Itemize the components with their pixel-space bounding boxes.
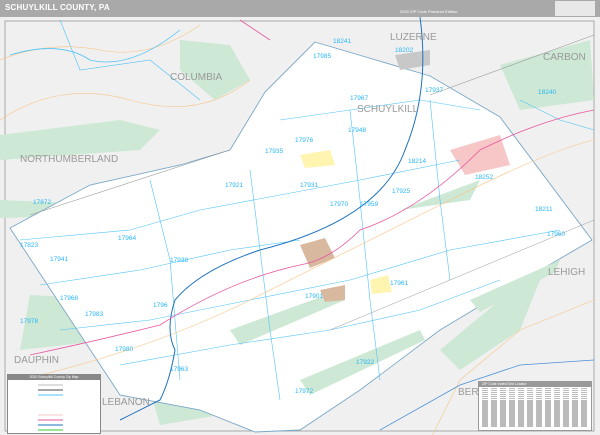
zip-label: 17968 (60, 295, 78, 302)
index-rows (479, 387, 591, 427)
edition-label: 2020 ZIP Code Premium Edition (400, 9, 458, 14)
zip-label: 17872 (33, 199, 51, 206)
county-label-schuylkill: SCHUYLKILL (357, 104, 419, 115)
zip-label: 17963 (170, 366, 188, 373)
zip-label: 17960 (547, 231, 565, 238)
zip-label: 17922 (356, 359, 374, 366)
zip-label: 17972 (295, 388, 313, 395)
zip-label: 17935 (265, 148, 283, 155)
zip-label: 18202 (395, 47, 413, 54)
zip-label: 17921 (225, 182, 243, 189)
zip-label: 18211 (535, 206, 553, 213)
zip-label: 17961 (390, 280, 408, 287)
county-label-berks: BER (458, 387, 479, 398)
zip-label: 17937 (425, 87, 443, 94)
county-label-dauphin: DAUPHIN (14, 355, 59, 366)
zip-label: 17970 (330, 201, 348, 208)
zip-label: 17931 (300, 182, 318, 189)
zip-label: 18214 (408, 158, 426, 165)
index-row (482, 425, 588, 427)
county-label-lehigh: LEHIGH (548, 267, 585, 278)
county-label-columbia: COLUMBIA (170, 72, 223, 83)
zip-label: 17938 (170, 257, 188, 264)
zip-label: 18240 (538, 89, 556, 96)
zip-label: 17978 (20, 318, 38, 325)
zip-label: 17959 (360, 201, 378, 208)
zip-label: 18241 (333, 38, 351, 45)
zip-label: 17823 (20, 242, 38, 249)
header-bar: SCHUYLKILL COUNTY, PA 2020 ZIP Code Prem… (0, 0, 600, 17)
map-title: SCHUYLKILL COUNTY, PA (5, 3, 110, 12)
zip-label: 17925 (392, 188, 410, 195)
index-title: ZIP Code Index/Grid Locator (479, 382, 591, 387)
zip-label: 17985 (313, 53, 331, 60)
zip-label: 17983 (85, 311, 103, 318)
zip-label: 17967 (350, 95, 368, 102)
zip-label: 17980 (115, 346, 133, 353)
zip-index-panel: ZIP Code Index/Grid Locator (478, 381, 592, 431)
county-label-carbon: CARBON (543, 52, 586, 63)
zip-label: 17901 (305, 293, 323, 300)
zip-label: 17941 (50, 256, 68, 263)
zip-label: 17964 (118, 235, 136, 242)
map-canvas[interactable]: LUZERNE CARBON COLUMBIA NORTHUMBERLAND L… (0, 17, 600, 435)
county-label-lebanon: LEBANON (102, 397, 150, 408)
county-label-northumberland: NORTHUMBERLAND (20, 154, 118, 165)
legend-panel: 2020 Schuylkill County Zip Map (7, 374, 126, 434)
publisher-logo (555, 1, 595, 16)
zip-label: 1796 (153, 302, 168, 309)
zip-label: 17976 (295, 137, 313, 144)
legend-symbols (38, 384, 126, 431)
county-label-luzerne: LUZERNE (390, 32, 437, 43)
zip-label: 18252 (475, 174, 493, 181)
zip-label: 17948 (348, 127, 366, 134)
